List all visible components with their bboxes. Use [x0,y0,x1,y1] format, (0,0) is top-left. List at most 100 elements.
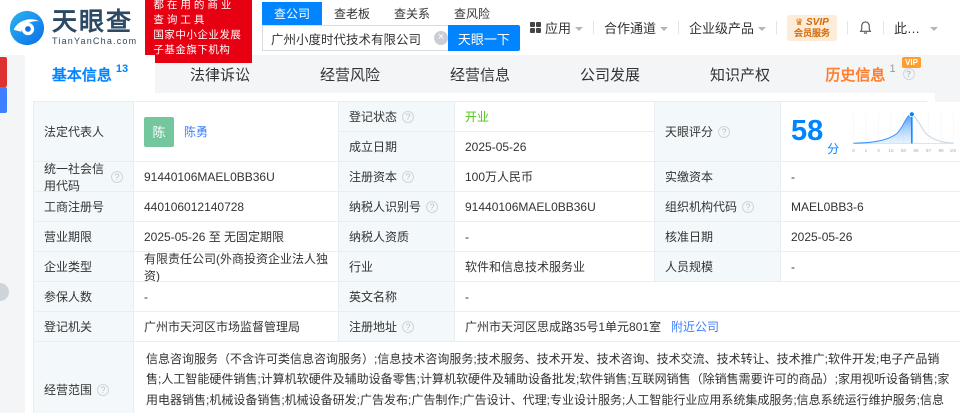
paid-capital-value-cell: - [781,162,960,192]
help-icon[interactable] [742,201,754,213]
staff-size-value-cell: - [781,252,960,282]
slogan-line2: 国家中小企业发展子基金旗下机构 [153,28,244,58]
business-term-value-cell: 2025-05-26 至 无固定期限 [134,222,339,252]
help-icon[interactable] [402,321,414,333]
help-icon[interactable] [111,171,123,183]
chevron-down-icon [660,27,668,31]
search-tab-relation[interactable]: 查关系 [382,2,442,25]
search-tab-boss[interactable]: 查老板 [322,2,382,25]
company-type-value-cell: 有限责任公司(外商投资企业法人独资) [134,252,339,282]
reg-capital-value-cell: 100万人民币 [455,162,655,192]
reg-status-value-cell: 开业 [455,102,655,132]
side-float-circle [0,283,9,301]
status-badge: 开业 [465,108,489,125]
score-distribution-chart: 0 1 3 15 50 85 97 99 100 [851,108,956,156]
nav-partner-channel[interactable]: 合作通道 [594,18,678,37]
avatar[interactable]: 陈 [144,117,174,147]
crown-icon: ♛ [795,17,803,27]
svip-member-service[interactable]: ♛ SVIP 会员服务 [777,15,847,41]
english-name-value-cell: - [455,282,960,312]
nearby-companies-link[interactable]: 附近公司 [671,318,719,335]
help-icon[interactable] [426,201,438,213]
est-date-value-cell: 2025-05-26 [455,132,655,162]
nav-apps[interactable]: 应用 [520,18,593,37]
svg-text:15: 15 [889,147,895,152]
reg-number-value-cell: 440106012140728 [134,192,339,222]
search-tab-company[interactable]: 查公司 [262,2,322,25]
tianyancha-logo[interactable]: 天眼查 TianYanCha.com [8,9,137,47]
score-unit: 分 [827,140,839,157]
tab-history-info[interactable]: VIP 历史信息 1 [805,55,935,93]
notification-bell-icon[interactable] [848,20,883,35]
insured-count-value-cell: - [134,282,339,312]
side-float-red-tab[interactable] [0,57,7,87]
nav-enterprise-products[interactable]: 企业级产品 [679,18,776,37]
clear-search-icon[interactable] [434,31,448,45]
basic-info-table: 法定代表人 陈 陈勇 登记状态 开业 天眼评分 58 分 [33,101,927,413]
legal-rep-link[interactable]: 陈勇 [184,123,208,140]
tab-operating-risk[interactable]: 经营风险 [285,55,415,93]
svg-text:3: 3 [877,147,880,152]
logo-domain: TianYanCha.com [52,37,137,46]
nav-more-label: 此处有... [894,18,926,37]
search-tab-risk[interactable]: 查风险 [442,2,502,25]
industry-value-cell: 软件和信息技术服务业 [455,252,655,282]
tab-basic-info[interactable]: 基本信息13 [25,55,155,93]
tab-count: 13 [116,63,128,75]
tab-legal-proceedings[interactable]: 法律诉讼 [155,55,285,93]
legal-rep-value-cell: 陈 陈勇 [134,102,339,162]
taxpayer-id-value-cell: 91440106MAEL0BB36U [455,192,655,222]
reg-address-value-cell: 广州市天河区思成路35号1单元801室 附近公司 [455,312,960,342]
english-name-label-cell: 英文名称 [339,282,455,312]
side-float-blue-tab[interactable] [0,87,7,113]
score-value-cell[interactable]: 58 分 [781,102,960,162]
est-date-label-cell: 成立日期 [339,132,455,162]
slogan-banner: 都在用的商业查询工具 国家中小企业发展子基金旗下机构 [145,0,252,63]
search-input[interactable] [262,25,456,51]
tab-operating-info[interactable]: 经营信息 [415,55,545,93]
score-label-cell: 天眼评分 [655,102,781,162]
credit-code-label-cell: 统一社会信用代码 [34,162,134,192]
svg-text:1: 1 [865,147,868,152]
help-icon[interactable] [97,384,109,396]
apps-grid-icon [530,22,541,33]
chevron-down-icon [930,27,938,31]
help-icon[interactable] [718,126,730,138]
nav-partner-label: 合作通道 [604,18,656,37]
section-tabbar: 基本信息13 法律诉讼 经营风险 经营信息 公司发展 知识产权 VIP 历史信息… [0,55,960,93]
tab-company-development[interactable]: 公司发展 [545,55,675,93]
company-type-label-cell: 企业类型 [34,252,134,282]
help-icon[interactable] [402,111,414,123]
help-icon[interactable] [402,171,414,183]
credit-code-value-cell: 91440106MAEL0BB36U [134,162,339,192]
approval-date-value-cell: 2025-05-26 [781,222,960,252]
org-code-value-cell: MAEL0BB3-6 [781,192,960,222]
nav-more[interactable]: 此处有... [884,18,948,37]
chevron-down-icon [758,27,766,31]
tab-intellectual-property[interactable]: 知识产权 [675,55,805,93]
basic-info-card: 法定代表人 陈 陈勇 登记状态 开业 天眼评分 58 分 [25,93,935,413]
svg-text:50: 50 [901,147,907,152]
legal-rep-label-cell: 法定代表人 [34,102,134,162]
top-nav: 应用 合作通道 企业级产品 ♛ SVIP 会员服务 此处有... [520,15,948,41]
reg-capital-label-cell: 注册资本 [339,162,455,192]
reg-number-label-cell: 工商注册号 [34,192,134,222]
vip-badge: VIP [902,57,921,68]
insured-count-label-cell: 参保人数 [34,282,134,312]
search-tabs: 查公司 查老板 查关系 查风险 [262,4,520,25]
chevron-down-icon [575,27,583,31]
org-code-label-cell: 组织机构代码 [655,192,781,222]
business-term-label-cell: 营业期限 [34,222,134,252]
reg-address-label-cell: 注册地址 [339,312,455,342]
business-scope-label-cell: 经营范围 [34,342,134,413]
help-icon[interactable] [903,68,915,80]
logo-name: 天眼查 [52,10,137,35]
slogan-line1: 都在用的商业查询工具 [153,0,244,28]
staff-size-label-cell: 人员规模 [655,252,781,282]
svg-text:99: 99 [939,147,945,152]
reg-address-text: 广州市天河区思成路35号1单元801室 [465,318,661,335]
business-scope-value-cell: 信息咨询服务（不含许可类信息咨询服务）;信息技术咨询服务;技术服务、技术开发、技… [134,342,960,413]
search-button[interactable]: 天眼一下 [448,25,520,51]
search-area: 查公司 查老板 查关系 查风险 天眼一下 [262,4,520,51]
score-value: 58 [791,117,823,146]
